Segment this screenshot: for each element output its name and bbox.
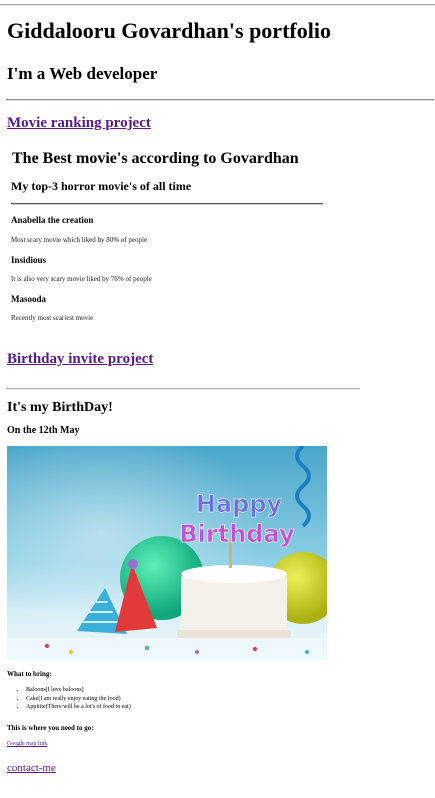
where-heading: This is where you need to go: [7, 724, 94, 732]
movie-description: Recently most scariest movie [11, 314, 94, 322]
movie-section-title: The Best movie's according to Govardhan [12, 150, 299, 167]
birthday-title: It's my BirthDay! [7, 400, 113, 415]
movie-name: Anabella the creation [11, 215, 94, 225]
list-item: Baloons(I love baloons) [26, 686, 131, 695]
bring-list: Baloons(I love baloons) Cake(I am really… [8, 686, 131, 712]
header-divider [6, 99, 434, 101]
movie-section-subtitle: My top-3 horror movie's of all time [11, 179, 192, 193]
top-divider [0, 4, 435, 6]
birthday-cake-image: Happy Birthday [7, 446, 327, 660]
movie-divider [11, 203, 323, 205]
list-item: Appitite(There will be a lot's of food t… [26, 703, 131, 712]
birthday-invite-link[interactable]: Birthday invite project [7, 351, 153, 368]
google-map-link[interactable]: Google map link [7, 741, 47, 747]
role-heading: I'm a Web developer [7, 64, 158, 83]
movie-description: Most scary movie which liked by 80% of p… [11, 236, 148, 244]
movie-name: Insidious [11, 255, 47, 265]
page-title: Giddalooru Govardhan's portfolio [7, 18, 331, 43]
what-to-bring-heading: What to bring: [7, 670, 52, 678]
list-item: Cake(I am really enjoy eating the food) [26, 695, 131, 704]
movie-ranking-link[interactable]: Movie ranking project [7, 115, 151, 132]
movie-description: It is also very scary movie liked by 76%… [11, 275, 152, 283]
movie-name: Masooda [11, 294, 47, 304]
portfolio-page: Giddalooru Govardhan's portfolio I'm a W… [0, 0, 435, 798]
birthday-divider [6, 388, 360, 390]
cake-topper-happy: Happy [196, 490, 283, 518]
cake-topper-birthday: Birthday [179, 520, 295, 548]
birthday-date: On the 12th May [7, 425, 80, 436]
contact-me-link[interactable]: contact-me [7, 762, 56, 774]
